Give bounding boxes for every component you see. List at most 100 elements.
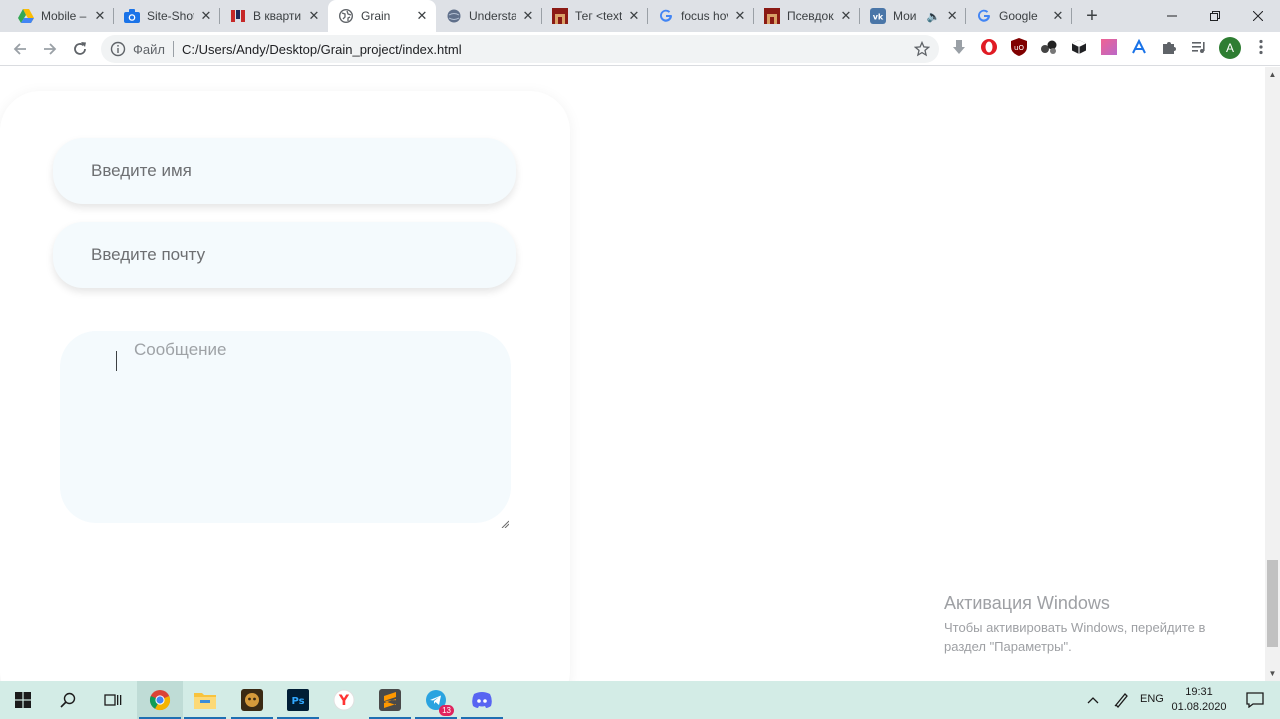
svg-text:uO: uO — [1014, 44, 1024, 52]
ublock-icon[interactable]: uO — [1010, 38, 1028, 56]
tab-title: focus hov — [681, 9, 728, 23]
url-scheme-label: Файл — [133, 41, 165, 57]
page-scrollbar[interactable]: ▲ ▼ — [1265, 67, 1280, 681]
tab-mobile[interactable]: Mobile – ✕ — [8, 0, 114, 32]
site-favicon-icon — [230, 8, 246, 24]
media-queue-icon[interactable] — [1190, 38, 1208, 56]
taskbar-chrome[interactable] — [137, 681, 183, 719]
tab-title: Grain — [361, 9, 391, 23]
opera-vpn-icon[interactable] — [980, 38, 998, 56]
forward-button[interactable] — [38, 37, 62, 61]
scrollbar-thumb[interactable] — [1267, 560, 1278, 647]
contact-form-card: Введите имя Введите почту Сообщение — [0, 91, 570, 681]
notifications-icon[interactable] — [1232, 681, 1278, 719]
taskbar-file-explorer[interactable] — [182, 681, 228, 719]
language-indicator[interactable]: ENG — [1140, 693, 1164, 705]
svg-text:vk: vk — [873, 13, 884, 22]
scroll-down-arrow-icon[interactable]: ▼ — [1265, 666, 1280, 681]
name-input[interactable]: Введите имя — [53, 138, 516, 204]
tab-title: Site-Shot — [147, 9, 194, 23]
start-button[interactable] — [0, 681, 46, 719]
cube-extension-icon[interactable] — [1070, 38, 1088, 56]
extensions-puzzle-icon[interactable] — [1160, 38, 1178, 56]
windows-activation-watermark: Активация Windows Чтобы активировать Win… — [944, 593, 1244, 656]
tab-pseudoclass[interactable]: Псевдокл ✕ — [754, 0, 860, 32]
address-bar[interactable]: Файл C:/Users/Andy/Desktop/Grain_project… — [101, 35, 939, 63]
menu-kebab-icon[interactable] — [1252, 38, 1270, 56]
camera-icon — [124, 8, 140, 24]
pen-ink-icon[interactable] — [1106, 681, 1136, 719]
taskbar-yandex-browser[interactable]: Y — [321, 681, 367, 719]
tab-focus-hover[interactable]: focus hov ✕ — [648, 0, 754, 32]
taskbar-photoshop[interactable]: Ps — [275, 681, 321, 719]
taskbar-game-app[interactable] — [229, 681, 275, 719]
close-icon[interactable]: ✕ — [626, 8, 642, 24]
tab-teg-text[interactable]: Тег <text ✕ — [542, 0, 648, 32]
clock-time: 19:31 — [1185, 686, 1213, 698]
htmlbook-icon — [552, 8, 568, 24]
close-icon[interactable]: ✕ — [732, 8, 748, 24]
telegram-unread-badge: 13 — [439, 705, 454, 716]
tab-separator — [1071, 8, 1072, 24]
url-divider — [172, 41, 174, 57]
system-clock[interactable]: 19:31 01.08.2020 — [1167, 685, 1231, 715]
new-tab-button[interactable]: + — [1081, 4, 1103, 28]
task-view-icon[interactable] — [90, 681, 136, 719]
tab-grain[interactable]: Grain ✕ — [328, 0, 436, 32]
close-icon[interactable]: ✕ — [414, 8, 430, 24]
minimize-button[interactable] — [1150, 0, 1194, 32]
email-input[interactable]: Введите почту — [53, 222, 516, 288]
tab-site-shot[interactable]: Site-Shot ✕ — [114, 0, 220, 32]
url-text[interactable]: C:/Users/Andy/Desktop/Grain_project/inde… — [182, 42, 462, 57]
resize-grip-icon[interactable] — [501, 513, 510, 529]
close-icon[interactable]: ✕ — [306, 8, 322, 24]
clock-date: 01.08.2020 — [1171, 701, 1227, 713]
svg-text:Y: Y — [338, 693, 350, 709]
browser-toolbar: Файл C:/Users/Andy/Desktop/Grain_project… — [0, 32, 1280, 66]
name-placeholder: Введите имя — [91, 161, 192, 180]
taskbar-sublime-text[interactable] — [367, 681, 413, 719]
windows-taskbar: Ps Y 13 ENG 19:31 01.08.2020 — [0, 681, 1280, 719]
window-close-button[interactable] — [1236, 0, 1280, 32]
bookmark-star-icon[interactable] — [913, 40, 931, 57]
email-placeholder: Введите почту — [91, 245, 206, 264]
message-placeholder: Сообщение — [134, 340, 227, 359]
tab-title: Мои — [893, 9, 917, 23]
reload-button[interactable] — [68, 37, 92, 61]
tab-kvartira[interactable]: В кварти ✕ — [220, 0, 328, 32]
taskbar-discord[interactable] — [459, 681, 505, 719]
tab-google[interactable]: Google ✕ — [966, 0, 1072, 32]
tray-chevron-up-icon[interactable] — [1076, 681, 1110, 719]
globe-icon — [446, 8, 462, 24]
download-arrow-icon[interactable] — [950, 38, 968, 56]
tab-title: Тег <text — [575, 9, 622, 23]
tab-vk-music[interactable]: vk Мои 🔈 ✕ — [860, 0, 966, 32]
vk-icon: vk — [870, 8, 886, 24]
tab-understanding[interactable]: Understa ✕ — [436, 0, 542, 32]
tab-title: Google — [999, 9, 1038, 23]
close-icon[interactable]: ✕ — [838, 8, 854, 24]
profile-avatar[interactable]: A — [1219, 37, 1241, 59]
close-icon[interactable]: ✕ — [198, 8, 214, 24]
extension-spheres-icon[interactable] — [1040, 38, 1058, 56]
text-caret — [116, 351, 117, 371]
tab-strip: Mobile – ✕ Site-Shot ✕ В кварти ✕ Grain … — [0, 0, 1280, 32]
restore-button[interactable] — [1193, 0, 1237, 32]
google-icon — [658, 8, 674, 24]
tab-title: В кварти — [253, 9, 302, 23]
close-icon[interactable]: ✕ — [520, 8, 536, 24]
info-icon[interactable] — [110, 41, 126, 57]
lastpass-icon[interactable] — [1130, 38, 1148, 56]
tab-title: Understa — [469, 9, 516, 23]
speaker-icon[interactable]: 🔈 — [927, 10, 941, 23]
scroll-up-arrow-icon[interactable]: ▲ — [1265, 67, 1280, 82]
close-icon[interactable]: ✕ — [92, 8, 108, 24]
page-viewport: Введите имя Введите почту Сообщение Акти… — [0, 67, 1265, 681]
search-icon[interactable] — [45, 681, 91, 719]
close-icon[interactable]: ✕ — [944, 8, 960, 24]
message-textarea[interactable]: Сообщение — [60, 331, 511, 529]
taskbar-telegram[interactable]: 13 — [413, 681, 459, 719]
close-icon[interactable]: ✕ — [1050, 8, 1066, 24]
color-picker-icon[interactable] — [1100, 38, 1118, 56]
back-button[interactable] — [8, 37, 32, 61]
